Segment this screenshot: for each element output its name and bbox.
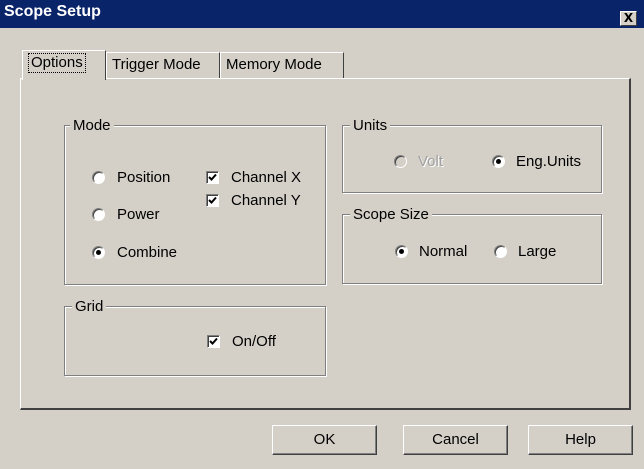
eng-units-radio[interactable] <box>492 155 505 168</box>
help-button[interactable]: Help <box>528 425 633 455</box>
cancel-button-label: Cancel <box>432 431 479 448</box>
ok-button[interactable]: OK <box>272 425 377 455</box>
units-group-legend: Units <box>350 117 391 134</box>
large-radio[interactable] <box>494 245 507 258</box>
cancel-button[interactable]: Cancel <box>403 425 508 455</box>
ok-button-label: OK <box>313 431 336 448</box>
channel-x-checkbox[interactable] <box>206 171 219 184</box>
checkmark-icon <box>209 337 218 345</box>
eng-units-radio-dot <box>496 159 501 164</box>
close-icon: X <box>623 11 634 25</box>
tab-memory-mode-label: Memory Mode <box>226 56 322 73</box>
combine-radio-dot <box>96 250 101 255</box>
tab-options[interactable]: Options <box>22 50 106 80</box>
mode-group-legend: Mode <box>70 117 114 134</box>
tab-trigger-mode-label: Trigger Mode <box>112 56 201 73</box>
grid-group <box>64 306 326 376</box>
power-radio-label[interactable]: Power <box>117 206 160 223</box>
normal-radio-label[interactable]: Normal <box>419 243 467 260</box>
channel-y-checkbox[interactable] <box>206 194 219 207</box>
volt-radio-label: Volt <box>418 153 444 170</box>
tab-options-label: Options <box>28 53 86 73</box>
close-button[interactable]: X <box>620 11 637 26</box>
position-radio-label[interactable]: Position <box>117 169 170 186</box>
grid-group-legend: Grid <box>72 298 107 315</box>
eng-units-radio-label[interactable]: Eng.Units <box>516 153 581 170</box>
normal-radio[interactable] <box>395 245 408 258</box>
normal-radio-dot <box>399 249 404 254</box>
grid-on-off-checkbox[interactable] <box>207 335 220 348</box>
checkmark-icon <box>208 173 217 181</box>
combine-radio[interactable] <box>92 246 105 259</box>
title-bar[interactable]: Scope Setup X <box>0 0 644 28</box>
power-radio[interactable] <box>92 208 105 221</box>
help-button-label: Help <box>565 431 596 448</box>
volt-radio <box>394 155 407 168</box>
combine-radio-label[interactable]: Combine <box>117 244 177 261</box>
channel-y-label[interactable]: Channel Y <box>231 192 301 209</box>
large-radio-label[interactable]: Large <box>518 243 556 260</box>
tab-trigger-mode[interactable]: Trigger Mode <box>106 52 220 78</box>
scope-size-group <box>342 214 602 284</box>
channel-x-label[interactable]: Channel X <box>231 169 301 186</box>
grid-on-off-label[interactable]: On/Off <box>232 333 276 350</box>
position-radio[interactable] <box>92 171 105 184</box>
scope-size-group-legend: Scope Size <box>350 206 432 223</box>
checkmark-icon <box>208 196 217 204</box>
window-title: Scope Setup <box>4 3 101 20</box>
tab-memory-mode[interactable]: Memory Mode <box>220 52 344 78</box>
